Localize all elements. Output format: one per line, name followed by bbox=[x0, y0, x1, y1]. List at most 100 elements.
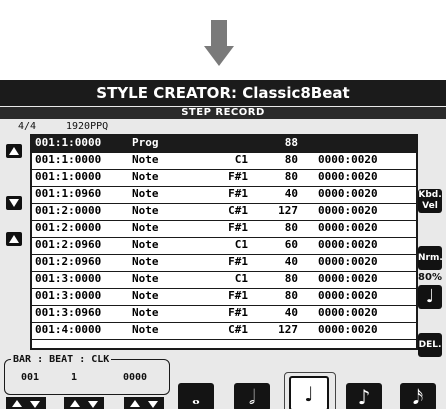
scroll-down-button[interactable] bbox=[6, 196, 22, 210]
event-type: Note bbox=[132, 255, 159, 268]
cursor-top-button[interactable] bbox=[6, 232, 22, 246]
table-row[interactable]: 001:2:0000 Note F#1 80 0000:0020 bbox=[32, 221, 416, 238]
event-position: 001:1:0000 bbox=[35, 153, 102, 166]
event-position: 001:3:0000 bbox=[35, 289, 102, 302]
sixteenth-note-button[interactable]: 𝅘𝅥𝅯 bbox=[400, 383, 436, 409]
quarter-note-icon: ♩ bbox=[304, 382, 314, 406]
event-gate: 0000:0020 bbox=[318, 272, 378, 285]
event-type: Note bbox=[132, 323, 159, 336]
table-row[interactable]: 001:3:0000 Note C1 80 0000:0020 bbox=[32, 272, 416, 289]
section-header: STEP RECORD bbox=[0, 107, 446, 119]
event-type: Note bbox=[132, 306, 159, 319]
bar-beat-clock-display: BAR : BEAT : CLK 001 1 0000 bbox=[4, 354, 170, 395]
clock-stepper[interactable] bbox=[124, 397, 164, 409]
event-gate: 0000:0020 bbox=[318, 170, 378, 183]
event-position: 001:1:0000 bbox=[35, 136, 102, 149]
event-type: Prog bbox=[132, 136, 159, 149]
event-position: 001:2:0960 bbox=[35, 238, 102, 251]
event-position: 001:2:0000 bbox=[35, 221, 102, 234]
event-position: 001:3:0960 bbox=[35, 306, 102, 319]
event-velocity: 88 bbox=[284, 136, 298, 149]
resolution-label: 1920PPQ bbox=[66, 121, 109, 132]
event-note: C1 bbox=[234, 153, 248, 166]
event-note: C1 bbox=[234, 238, 248, 251]
event-velocity: 40 bbox=[284, 255, 298, 268]
table-row[interactable]: 001:2:0960 Note C1 60 0000:0020 bbox=[32, 238, 416, 255]
event-gate: 0000:0020 bbox=[318, 238, 378, 251]
event-type: Note bbox=[132, 289, 159, 302]
event-note: F#1 bbox=[228, 170, 248, 183]
event-position: 001:2:0000 bbox=[35, 204, 102, 217]
eighth-note-button[interactable]: ♪ bbox=[346, 383, 382, 409]
event-velocity: 80 bbox=[284, 170, 298, 183]
event-velocity: 80 bbox=[284, 221, 298, 234]
beat-value: 1 bbox=[71, 372, 78, 383]
half-note-button[interactable]: 𝅗𝅥 bbox=[234, 383, 270, 409]
window-title: STYLE CREATOR: Classic8Beat bbox=[0, 80, 446, 106]
event-type: Note bbox=[132, 170, 159, 183]
table-row[interactable]: 001:1:0000 Note C1 80 0000:0020 bbox=[32, 153, 416, 170]
event-velocity: 40 bbox=[284, 187, 298, 200]
table-row[interactable]: 001:2:0000 Note C#1 127 0000:0020 bbox=[32, 204, 416, 221]
event-gate: 0000:0020 bbox=[318, 289, 378, 302]
event-type: Note bbox=[132, 238, 159, 251]
event-velocity: 127 bbox=[278, 323, 298, 336]
event-position: 001:2:0960 bbox=[35, 255, 102, 268]
table-row[interactable]: 001:1:0000 Prog 88 bbox=[32, 136, 416, 153]
up-arrow-icon bbox=[9, 147, 19, 155]
up-arrow-icon bbox=[9, 235, 19, 243]
quarter-note-button[interactable]: ♩ bbox=[289, 376, 329, 409]
table-row[interactable]: 001:1:0000 Note F#1 80 0000:0020 bbox=[32, 170, 416, 187]
down-arrow-icon bbox=[204, 20, 234, 72]
bar-value: 001 bbox=[21, 372, 40, 383]
velocity-percent: 80% bbox=[418, 272, 442, 283]
step-record-screen: STYLE CREATOR: Classic8Beat STEP RECORD … bbox=[0, 80, 446, 409]
event-note: F#1 bbox=[228, 306, 248, 319]
event-velocity: 60 bbox=[284, 238, 298, 251]
event-type: Note bbox=[132, 153, 159, 166]
time-signature: 4/4 bbox=[18, 121, 37, 132]
kbd-vel-button[interactable]: Kbd. Vel bbox=[418, 189, 442, 213]
event-gate: 0000:0020 bbox=[318, 153, 378, 166]
whole-note-icon: 𝅝 bbox=[192, 385, 200, 409]
sixteenth-note-icon: 𝅘𝅥𝅯 bbox=[412, 385, 424, 409]
scroll-up-button[interactable] bbox=[6, 144, 22, 158]
down-arrow-icon bbox=[88, 401, 98, 408]
event-type: Note bbox=[132, 272, 159, 285]
table-row[interactable]: 001:1:0960 Note F#1 40 0000:0020 bbox=[32, 187, 416, 204]
quarter-note-icon: ♩ bbox=[425, 286, 435, 307]
event-gate: 0000:0020 bbox=[318, 204, 378, 217]
event-list: 001:1:0000 Prog 88 001:1:0000 Note C1 80… bbox=[30, 134, 418, 350]
up-arrow-icon bbox=[12, 400, 22, 407]
event-position: 001:1:0000 bbox=[35, 170, 102, 183]
event-note: F#1 bbox=[228, 187, 248, 200]
event-note: C1 bbox=[234, 272, 248, 285]
whole-note-button[interactable]: 𝅝 bbox=[178, 383, 214, 409]
half-note-icon: 𝅗𝅥 bbox=[248, 385, 256, 409]
delete-label: DEL. bbox=[418, 340, 442, 350]
event-velocity: 40 bbox=[284, 306, 298, 319]
event-velocity: 80 bbox=[284, 153, 298, 166]
table-row[interactable]: 001:4:0000 Note C#1 127 0000:0020 bbox=[32, 323, 416, 340]
down-arrow-icon bbox=[148, 401, 158, 408]
kbd-vel-label-line1: Kbd. bbox=[418, 190, 442, 200]
up-arrow-icon bbox=[130, 400, 140, 407]
event-note: C#1 bbox=[228, 323, 248, 336]
event-gate: 0000:0020 bbox=[318, 187, 378, 200]
note-button[interactable]: ♩ bbox=[418, 285, 442, 309]
table-row[interactable]: 001:3:0960 Note F#1 40 0000:0020 bbox=[32, 306, 416, 323]
bar-stepper[interactable] bbox=[6, 397, 46, 409]
beat-stepper[interactable] bbox=[64, 397, 104, 409]
event-note: C#1 bbox=[228, 204, 248, 217]
nrm-label: Nrm. bbox=[418, 253, 443, 263]
down-arrow-icon bbox=[9, 199, 19, 207]
event-velocity: 127 bbox=[278, 204, 298, 217]
event-type: Note bbox=[132, 204, 159, 217]
table-row[interactable]: 001:3:0000 Note F#1 80 0000:0020 bbox=[32, 289, 416, 306]
eighth-note-icon: ♪ bbox=[357, 385, 371, 409]
down-arrow-icon bbox=[30, 401, 40, 408]
normal-velocity-button[interactable]: Nrm. bbox=[418, 246, 443, 270]
delete-button[interactable]: DEL. bbox=[418, 333, 442, 357]
event-type: Note bbox=[132, 187, 159, 200]
table-row[interactable]: 001:2:0960 Note F#1 40 0000:0020 bbox=[32, 255, 416, 272]
